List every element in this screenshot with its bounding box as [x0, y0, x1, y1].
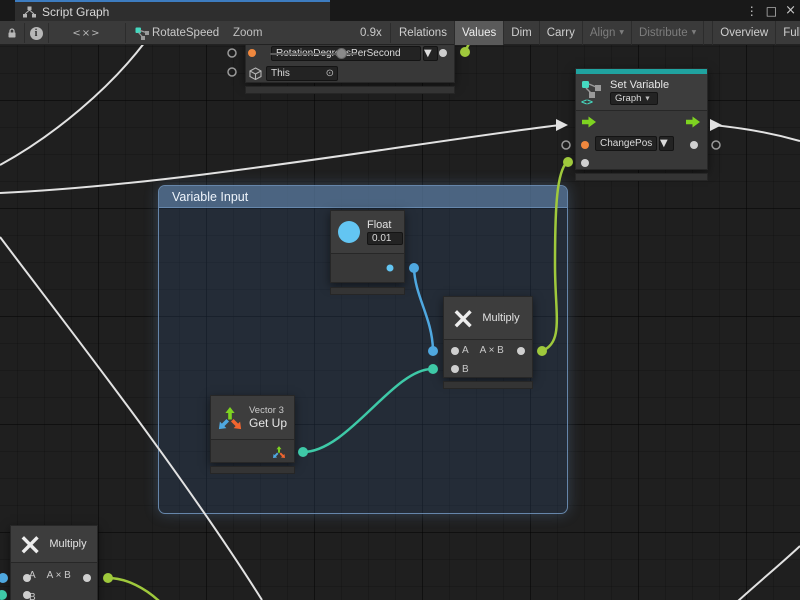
vector3-icon: [217, 405, 243, 431]
button-values[interactable]: Values: [455, 21, 504, 45]
float-type-label: Float: [367, 219, 403, 231]
node-multiply-bottom[interactable]: × Multiply A A × B B: [10, 525, 98, 600]
flow-output-arrow-icon[interactable]: [686, 116, 701, 128]
float-value-input[interactable]: 0.01: [367, 232, 403, 245]
code-icon: <×>: [72, 28, 100, 39]
button-dim[interactable]: Dim: [504, 21, 539, 45]
port-result-label[interactable]: A × B: [480, 345, 504, 356]
multiply-icon: ×: [451, 304, 475, 333]
button-align[interactable]: Align▼: [583, 21, 632, 45]
gameobject-cube-icon: [249, 67, 262, 80]
multiply-title: Multiply: [49, 538, 86, 550]
chevron-down-icon: ▼: [619, 30, 624, 36]
group-header[interactable]: Variable Input: [159, 186, 567, 208]
button-distribute[interactable]: Distribute▼: [632, 21, 704, 45]
maximize-icon[interactable]: □: [766, 4, 777, 18]
multiply-icon: ×: [18, 530, 42, 559]
scope-value: Graph: [611, 93, 645, 104]
float-type-icon: [338, 221, 360, 243]
target-value: This: [267, 68, 326, 79]
get-variable-target-field[interactable]: This ⊙: [266, 66, 338, 81]
code-view-button[interactable]: <×>: [48, 21, 125, 45]
set-variable-caret[interactable]: ▼: [659, 136, 674, 151]
port-result-label[interactable]: A × B: [47, 570, 71, 581]
node-set-variable[interactable]: <> Set Variable Graph ▼ ChangePos ▼: [575, 68, 708, 170]
info-button[interactable]: i: [24, 21, 48, 45]
object-picker-icon[interactable]: ⊙: [326, 68, 337, 79]
zoom-slider-handle[interactable]: [336, 48, 347, 59]
lock-icon: [6, 27, 18, 39]
button-carry[interactable]: Carry: [540, 21, 583, 45]
set-variable-title: Set Variable: [610, 79, 669, 91]
svg-text:<>: <>: [581, 97, 593, 106]
menu-icon[interactable]: ⋮: [746, 4, 758, 18]
graph-name-label[interactable]: RotateSpeed: [152, 21, 219, 45]
set-variable-value-row: [576, 154, 707, 170]
get-up-title: Get Up: [249, 416, 287, 430]
float-value: 0.01: [368, 233, 395, 244]
set-variable-name-dropdown[interactable]: ChangePos: [595, 136, 657, 151]
flow-input-arrow-icon[interactable]: [582, 116, 597, 128]
scope-caret-icon: ▼: [645, 96, 651, 102]
node-get-up[interactable]: Vector 3 Get Up: [210, 395, 295, 463]
node-float-literal[interactable]: Float 0.01: [330, 210, 405, 283]
zoom-value: 0.9x: [360, 21, 382, 45]
port-b-label[interactable]: B: [29, 592, 36, 600]
button-full-screen[interactable]: Full Screen: [776, 21, 800, 45]
info-icon: i: [30, 27, 43, 40]
button-overview[interactable]: Overview: [712, 21, 776, 45]
zoom-label: Zoom: [233, 21, 262, 45]
node-get-variable[interactable]: RotationDegreesPerSecond ▼ This ⊙: [245, 41, 455, 83]
chevron-down-icon: ▼: [692, 30, 697, 36]
vector3-output-port-icon[interactable]: [272, 445, 286, 459]
multiply-title: Multiply: [482, 312, 519, 324]
set-variable-icon: <>: [581, 79, 605, 106]
graph-toolbar: i <×> RotateSpeed Zoom 0.9x: [0, 21, 800, 45]
node-set-variable-footer: [575, 173, 708, 181]
button-relations[interactable]: Relations: [392, 21, 455, 45]
group-title: Variable Input: [172, 190, 248, 204]
node-multiply-group[interactable]: × Multiply A A × B B: [443, 296, 533, 378]
port-a-label[interactable]: A: [29, 570, 36, 581]
get-variable-caret[interactable]: ▼: [423, 46, 438, 61]
tab-title: Script Graph: [42, 5, 109, 19]
close-icon[interactable]: ×: [785, 3, 796, 18]
node-get-up-footer: [210, 466, 295, 474]
node-float-literal-footer: [330, 287, 405, 295]
port-a-label[interactable]: A: [462, 345, 469, 356]
lock-button[interactable]: [0, 21, 24, 45]
port-b-label[interactable]: B: [462, 364, 469, 375]
script-graph-icon: [23, 6, 36, 18]
set-variable-scope-dropdown[interactable]: Graph ▼: [610, 92, 658, 105]
float-output-row: [331, 254, 404, 283]
node-get-variable-footer: [245, 86, 455, 94]
current-graph-icon: [130, 21, 154, 45]
tab-bar: Script Graph ⋮ □ ×: [0, 0, 800, 21]
unity-visual-scripting-window: Variable Input RotationDegreesPerSecond …: [0, 0, 800, 600]
tab-script-graph[interactable]: Script Graph: [15, 0, 330, 21]
set-variable-name: ChangePos: [596, 138, 656, 149]
get-up-type-label: Vector 3: [249, 405, 287, 416]
node-multiply-group-footer: [443, 381, 533, 389]
